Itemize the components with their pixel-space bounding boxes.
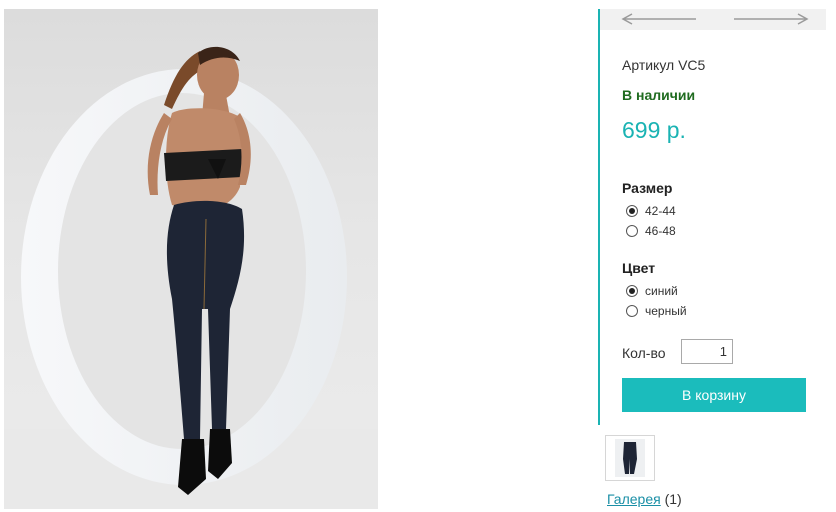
size-option-label: 42-44 [645, 204, 676, 218]
product-photo[interactable] [4, 9, 378, 509]
add-to-cart-button[interactable]: В корзину [622, 378, 806, 412]
arrow-left-icon[interactable] [620, 13, 700, 25]
product-photo-illustration [4, 46, 378, 509]
radio-button[interactable] [626, 305, 638, 317]
color-option-blue[interactable]: синий [626, 283, 678, 299]
thumbnail-image [615, 439, 645, 477]
product-price: 699 р. [622, 117, 686, 143]
color-option-label: синий [645, 284, 678, 298]
color-title: Цвет [622, 260, 656, 276]
radio-button[interactable] [626, 285, 638, 297]
arrow-right-icon[interactable] [730, 13, 810, 25]
product-sku: Артикул VC5 [622, 57, 706, 73]
stock-status: В наличии [622, 87, 696, 103]
size-title: Размер [622, 180, 673, 196]
quantity-input[interactable] [681, 339, 733, 364]
gallery-link-row: Галерея (1) [607, 491, 682, 507]
size-option-label: 46-48 [645, 224, 676, 238]
size-option-46-48[interactable]: 46-48 [626, 223, 676, 239]
gallery-thumbnail[interactable] [605, 435, 655, 481]
product-info-panel: Артикул VC5 В наличии 699 р. Размер 42-4… [598, 9, 826, 425]
radio-button[interactable] [626, 225, 638, 237]
color-option-label: черный [645, 304, 687, 318]
product-nav-bar [600, 9, 826, 30]
gallery-link[interactable]: Галерея [607, 491, 661, 507]
quantity-label: Кол-во [622, 345, 666, 361]
radio-button[interactable] [626, 205, 638, 217]
gallery-count: (1) [664, 491, 682, 507]
size-option-42-44[interactable]: 42-44 [626, 203, 676, 219]
color-option-black[interactable]: черный [626, 303, 687, 319]
